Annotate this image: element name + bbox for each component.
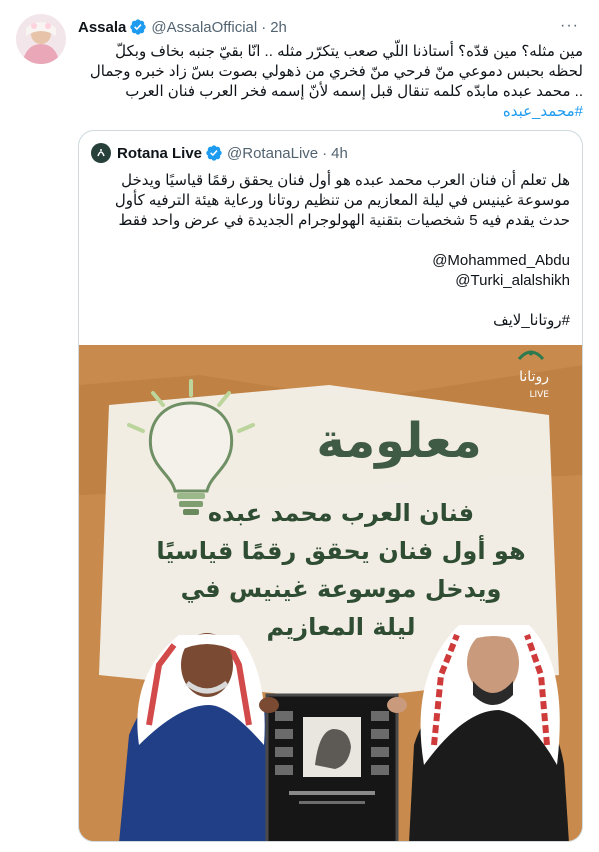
author-handle[interactable]: @AssalaOfficial (151, 19, 257, 36)
header-separator: · (261, 18, 267, 36)
quoted-author-name[interactable]: Rotana Live (117, 145, 202, 162)
quoted-text-line: حدث يقدم فيه 5 شخصيات بتقنية الهولوجرام … (118, 212, 571, 229)
tweet-text-line: لحظه بحبس دموعي منّ فرحي منّ فخري من ذهو… (89, 63, 583, 80)
quoted-text-line: هل تعلم أن فنان العرب محمد عبده هو أول ف… (121, 172, 570, 189)
quoted-hashtag-link[interactable]: #روتانا_لايف (91, 311, 570, 331)
infographic-headline: معلومة (316, 413, 481, 469)
author-avatar-photo (16, 14, 66, 64)
tweet-text-line: مين مثله؟ مين قدّه؟ أستاذنا اللّي صعب يت… (115, 43, 583, 60)
quoted-text-line: موسوعة غينيس في ليلة المعازيم من تنظيم ر… (114, 192, 570, 209)
rotana-logo-subtext: LIVE (529, 390, 549, 400)
quoted-tweet-timestamp[interactable]: 4h (331, 145, 348, 162)
tweet-header: Assala @AssalaOfficial · 2h ··· (78, 17, 579, 37)
verified-badge-icon (206, 145, 222, 161)
infographic-caption-line: ويدخل موسوعة غينيس في (181, 575, 502, 603)
quoted-author-handle[interactable]: @RotanaLive (227, 145, 318, 162)
author-avatar[interactable] (16, 14, 66, 64)
quoted-author-avatar[interactable] (91, 143, 111, 163)
quoted-tweet-text: هل تعلم أن فنان العرب محمد عبده هو أول ف… (91, 171, 570, 331)
infographic-caption-line: هو أول فنان يحقق رقمًا قياسيًا (156, 535, 525, 565)
infographic-image: روتانا LIVE معلومة فنان العرب محمد عبده … (79, 345, 582, 841)
quoted-tweet-image[interactable]: روتانا LIVE معلومة فنان العرب محمد عبده … (79, 345, 582, 841)
quoted-tweet[interactable]: Rotana Live @RotanaLive · 4h هل تعلم أن … (78, 130, 583, 842)
award-frame-photo (265, 693, 399, 841)
infographic-caption-line: ليلة المعازيم (266, 613, 415, 641)
rotana-logo-text: روتانا (519, 369, 549, 385)
mention-link[interactable]: @Turki_alalshikh (91, 271, 570, 291)
tweet-text-line: .. محمد عبده مابدّه كلمه تنقال قبل إسمه … (125, 83, 583, 100)
tweet[interactable]: Assala @AssalaOfficial · 2h ··· مين مثله… (0, 0, 599, 852)
quoted-tweet-header: Rotana Live @RotanaLive · 4h (91, 143, 348, 163)
more-options-icon[interactable]: ··· (560, 17, 579, 35)
header-separator: · (322, 144, 328, 162)
mention-link[interactable]: @Mohammed_Abdu (91, 251, 570, 271)
rotana-logo-icon (97, 149, 105, 157)
author-name[interactable]: Assala (78, 19, 126, 36)
tweet-hashtag-link[interactable]: #محمد_عبده (78, 102, 583, 122)
verified-badge-icon (130, 19, 147, 35)
tweet-timestamp[interactable]: 2h (270, 19, 287, 36)
tweet-text: مين مثله؟ مين قدّه؟ أستاذنا اللّي صعب يت… (78, 42, 583, 122)
infographic-caption-line: فنان العرب محمد عبده (208, 499, 474, 527)
